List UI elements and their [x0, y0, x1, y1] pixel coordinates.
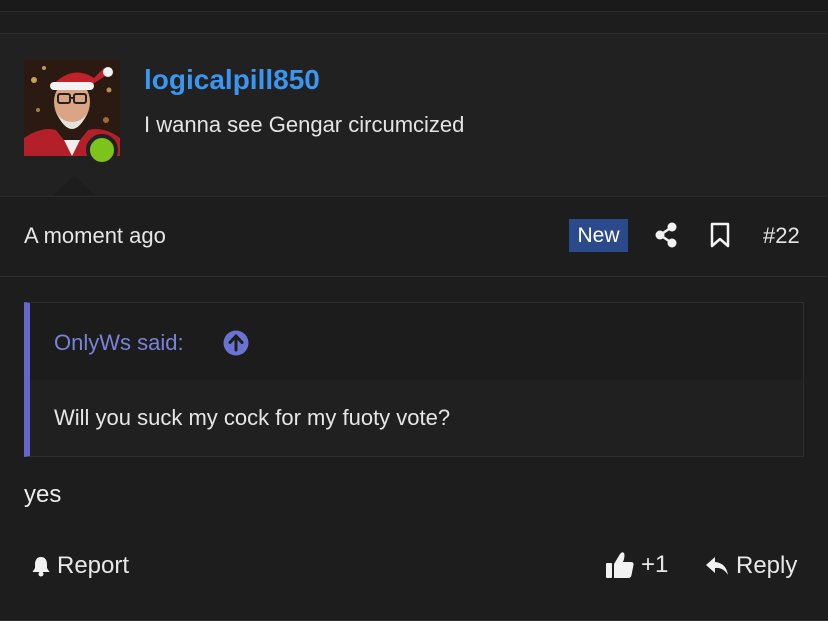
quote-author-link[interactable]: OnlyWs said: — [54, 330, 184, 356]
bell-icon — [32, 557, 50, 577]
arrow-up-circle-icon[interactable] — [223, 330, 249, 356]
reply-label: Reply — [736, 552, 798, 579]
post-author-block: logicalpill850 I wanna see Gengar circum… — [0, 33, 828, 197]
like-count: +1 — [641, 551, 669, 578]
quote-block: OnlyWs said: Will you suck my cock for m… — [24, 302, 804, 457]
report-label: Report — [57, 552, 130, 579]
like-button[interactable]: +1 — [605, 551, 668, 579]
post-meta-row: A moment ago New #22 — [0, 196, 828, 277]
reply-arrow-icon — [706, 557, 728, 575]
post-actions-bar: Report +1 Reply — [0, 530, 828, 621]
author-username-link[interactable]: logicalpill850 — [144, 64, 320, 96]
share-icon[interactable] — [654, 222, 678, 248]
post-number-link[interactable]: #22 — [763, 223, 800, 249]
avatar-pointer — [52, 176, 96, 196]
post-timestamp-link[interactable]: A moment ago — [24, 223, 166, 249]
report-button[interactable]: Report — [30, 552, 129, 580]
reply-button[interactable]: Reply — [704, 552, 797, 580]
previous-post-edge — [0, 0, 828, 12]
new-badge: New — [569, 219, 628, 252]
online-status-indicator — [86, 134, 118, 166]
author-user-title: I wanna see Gengar circumcized — [144, 112, 465, 137]
post-message: yes — [24, 481, 62, 508]
bookmark-icon[interactable] — [709, 222, 731, 248]
thumbs-up-icon — [606, 552, 634, 578]
quote-text: Will you suck my cock for my fuoty vote? — [54, 405, 451, 430]
